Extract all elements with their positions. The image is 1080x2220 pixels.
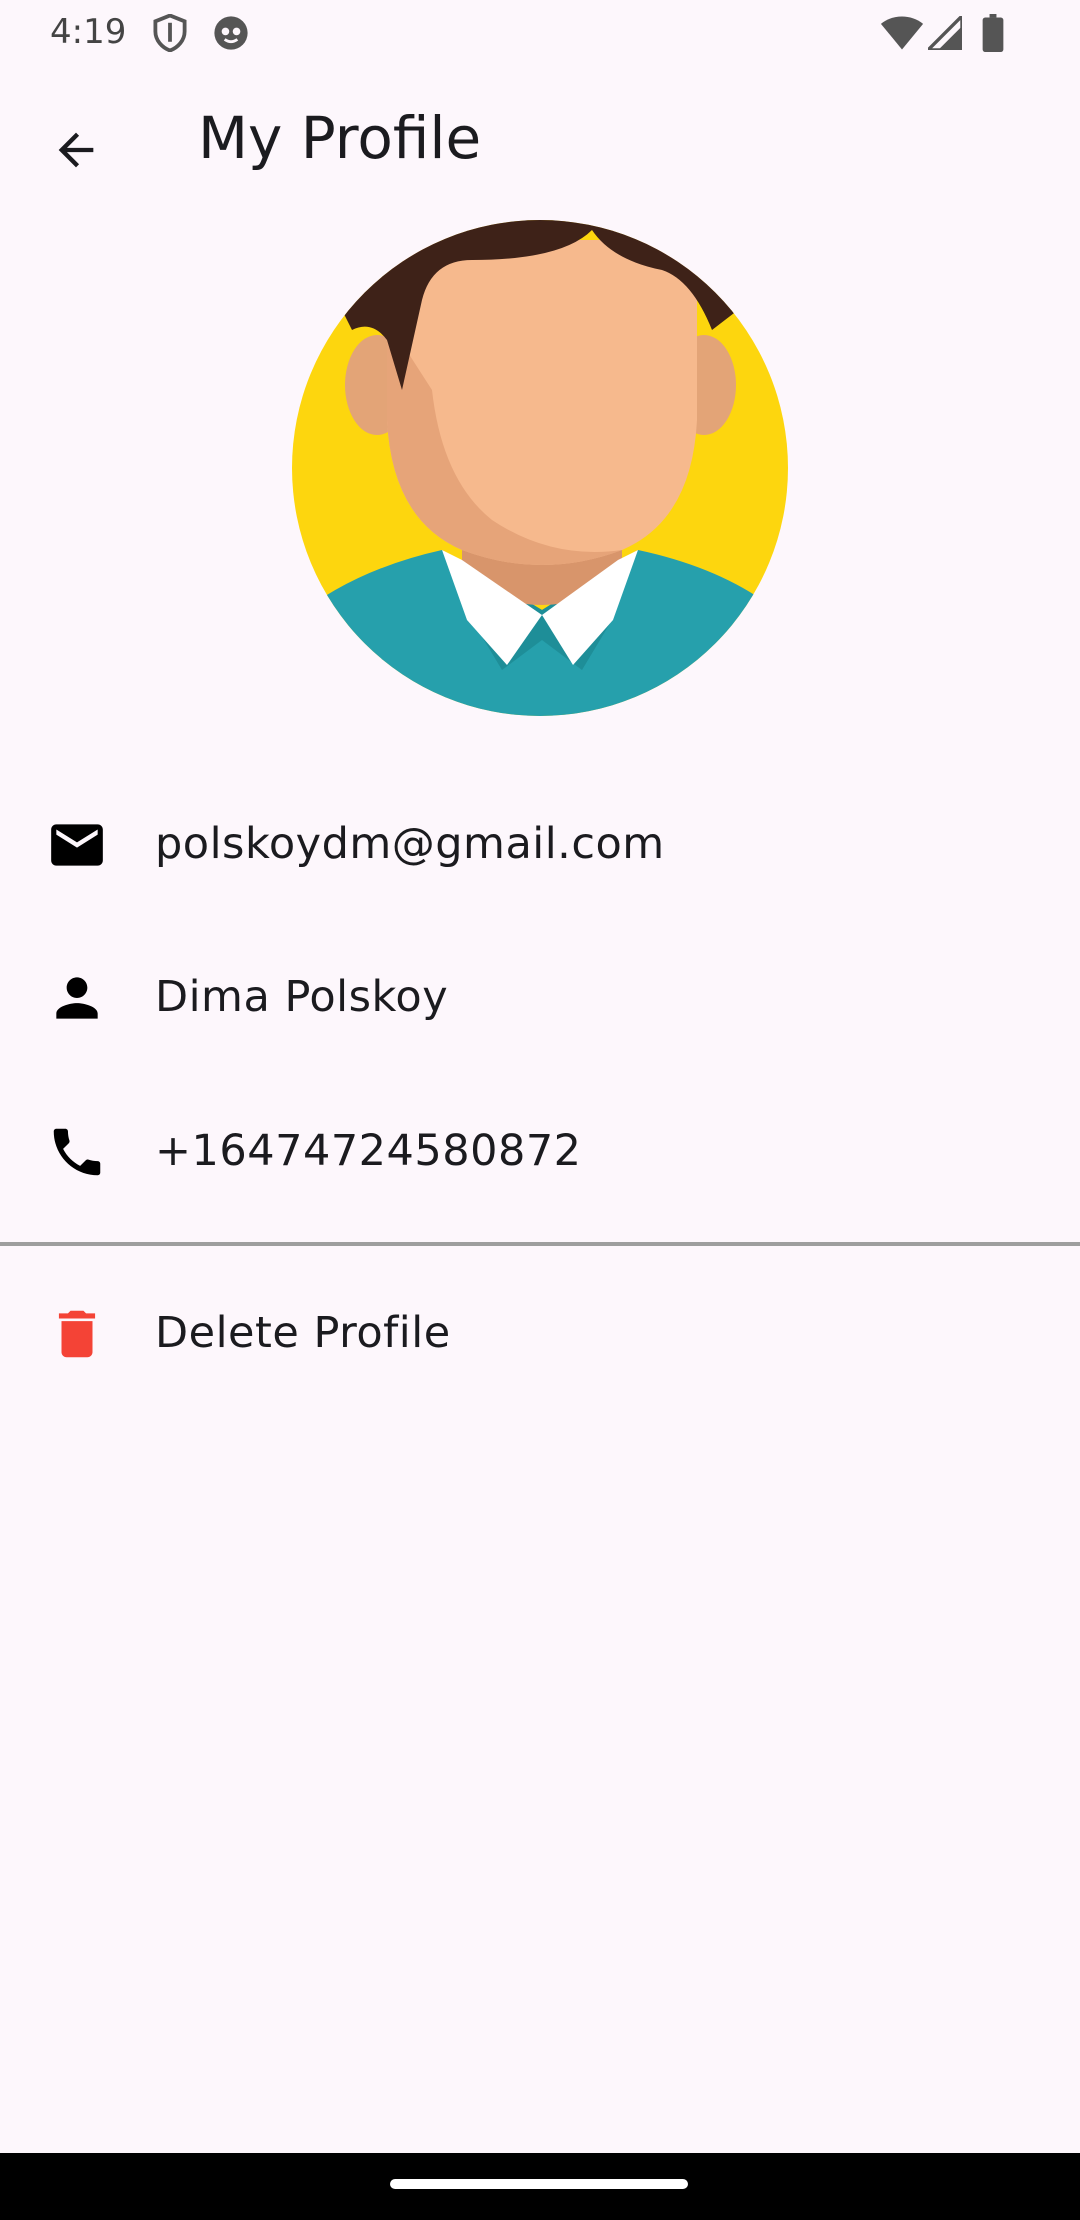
battery-icon (982, 14, 1004, 57)
delete-profile-label: Delete Profile (155, 1308, 451, 1358)
name-value: Dima Polskoy (155, 972, 449, 1022)
divider (0, 1242, 1080, 1246)
email-row[interactable]: polskoydm@gmail.com (0, 785, 1080, 905)
app-bar: My Profile (0, 70, 1080, 210)
status-time: 4:19 (50, 12, 127, 52)
system-nav-bar (0, 2153, 1080, 2220)
trash-icon (46, 1303, 108, 1365)
name-row[interactable]: Dima Polskoy (0, 938, 1080, 1058)
robot-face-icon (212, 14, 250, 57)
home-indicator[interactable] (390, 2179, 688, 2189)
phone-row[interactable]: +16474724580872 (0, 1092, 1080, 1212)
phone-value: +16474724580872 (155, 1126, 582, 1176)
page-title: My Profile (198, 104, 482, 172)
back-button[interactable] (36, 112, 116, 192)
cellular-signal-icon (923, 11, 964, 55)
email-value: polskoydm@gmail.com (155, 819, 665, 869)
avatar (292, 220, 788, 716)
delete-profile-button[interactable]: Delete Profile (0, 1274, 1080, 1394)
status-bar: 4:19 (0, 0, 1080, 66)
phone-icon (46, 1121, 108, 1183)
mail-icon (46, 814, 108, 876)
arrow-left-icon (50, 124, 102, 181)
wifi-icon (880, 16, 924, 55)
person-icon (46, 967, 108, 1029)
shield-icon (152, 13, 188, 57)
